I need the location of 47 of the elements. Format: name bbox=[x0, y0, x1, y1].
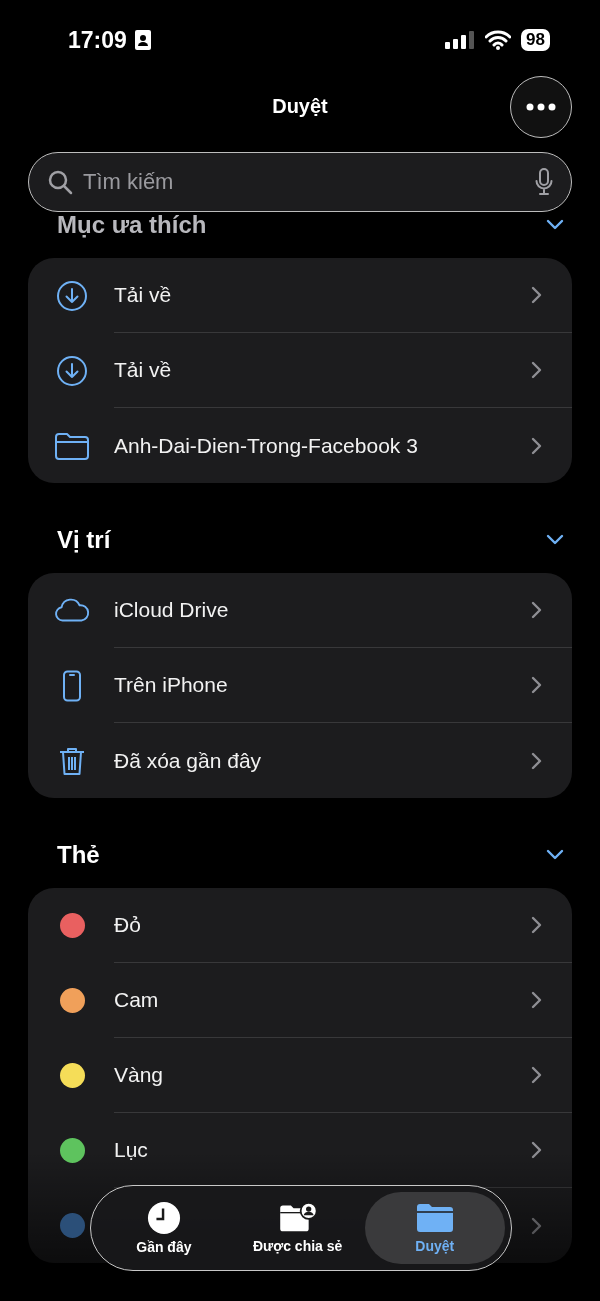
section-title: Vị trí bbox=[57, 526, 112, 554]
chevron-right-icon bbox=[531, 751, 542, 770]
list-item[interactable]: Trên iPhone bbox=[114, 673, 531, 697]
page-title: Duyệt bbox=[272, 94, 328, 118]
microphone-icon[interactable] bbox=[535, 168, 553, 196]
signal-icon bbox=[445, 31, 476, 49]
search-input[interactable]: Tìm kiếm bbox=[83, 169, 525, 195]
list-item[interactable]: iCloud Drive bbox=[114, 598, 531, 622]
chevron-right-icon bbox=[531, 361, 542, 379]
shared-folder-icon bbox=[277, 1202, 318, 1234]
folder-icon bbox=[54, 431, 90, 460]
section-title: Thẻ bbox=[57, 841, 101, 869]
chevron-right-icon bbox=[531, 991, 542, 1009]
chevron-right-icon bbox=[531, 916, 542, 934]
chevron-right-icon bbox=[531, 601, 542, 619]
search-field[interactable]: Tìm kiếm bbox=[28, 152, 572, 212]
search-icon bbox=[47, 169, 73, 195]
chevron-right-icon bbox=[531, 436, 542, 455]
contact-card-icon bbox=[134, 30, 151, 50]
chevron-down-icon[interactable] bbox=[546, 219, 564, 231]
list-item[interactable]: Lục bbox=[114, 1138, 531, 1162]
list-item[interactable]: Tải về bbox=[114, 358, 531, 382]
wifi-icon bbox=[485, 30, 512, 50]
download-icon bbox=[56, 354, 88, 387]
status-time: 17:09 bbox=[68, 26, 127, 54]
tab[interactable]: Gần đây bbox=[97, 1192, 231, 1264]
tab[interactable]: Duyệt bbox=[364, 1192, 505, 1264]
chevron-right-icon bbox=[531, 1066, 542, 1084]
folder-icon bbox=[414, 1202, 455, 1234]
list-item[interactable]: Cam bbox=[114, 988, 531, 1012]
tab[interactable]: Được chia sẻ bbox=[230, 1192, 365, 1264]
list-item[interactable]: Đã xóa gần đây bbox=[114, 748, 531, 773]
list-item[interactable]: Tải về bbox=[114, 283, 531, 307]
chevron-right-icon bbox=[531, 286, 542, 304]
more-icon bbox=[526, 103, 556, 111]
chevron-right-icon bbox=[531, 1216, 542, 1235]
section-title: Mục ưa thích bbox=[57, 211, 208, 239]
list-item[interactable]: Anh-Dai-Dien-Trong-Facebook 3 bbox=[114, 433, 531, 458]
download-icon bbox=[56, 279, 88, 312]
chevron-right-icon bbox=[531, 676, 542, 694]
chevron-right-icon bbox=[531, 1141, 542, 1159]
list-item[interactable]: Đỏ bbox=[114, 913, 531, 937]
chevron-down-icon[interactable] bbox=[546, 849, 564, 861]
battery-level: 98 bbox=[521, 29, 550, 51]
chevron-down-icon[interactable] bbox=[546, 534, 564, 546]
list-item[interactable]: Vàng bbox=[114, 1063, 531, 1087]
clock-icon bbox=[146, 1201, 181, 1235]
